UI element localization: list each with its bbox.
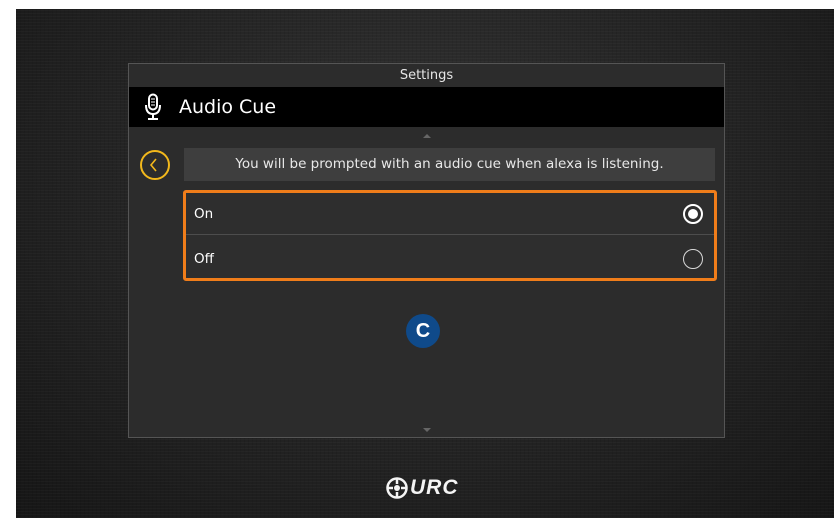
- header-title: Audio Cue: [179, 96, 277, 118]
- settings-title: Settings: [399, 68, 454, 83]
- prompt-text: You will be prompted with an audio cue w…: [184, 148, 715, 181]
- back-arrow-icon: [149, 158, 157, 172]
- option-off[interactable]: Off: [186, 238, 714, 279]
- scroll-down-icon[interactable]: [422, 428, 431, 432]
- urc-logo: URC: [386, 476, 476, 500]
- urc-logo-text: URC: [410, 476, 459, 499]
- scroll-up-icon[interactable]: [422, 134, 431, 138]
- microphone-icon: [145, 93, 161, 120]
- option-on-label: On: [194, 206, 214, 222]
- callout-badge: C: [406, 314, 440, 348]
- option-on[interactable]: On: [186, 193, 714, 235]
- audio-cue-options: On Off: [183, 190, 717, 281]
- back-button[interactable]: [140, 150, 170, 180]
- option-off-label: Off: [194, 251, 214, 267]
- radio-off[interactable]: [683, 249, 703, 269]
- header-bar: Audio Cue: [129, 87, 724, 127]
- urc-emblem-icon: [386, 477, 408, 499]
- radio-on-selected[interactable]: [683, 204, 703, 224]
- settings-screen: Settings Audio Cue You will be prompted …: [128, 63, 725, 438]
